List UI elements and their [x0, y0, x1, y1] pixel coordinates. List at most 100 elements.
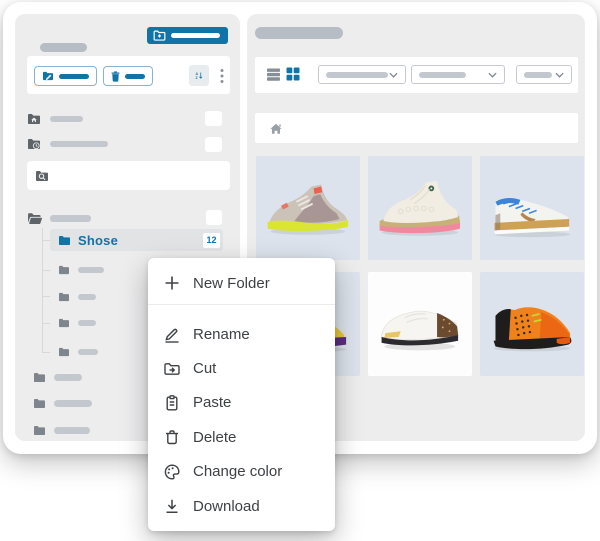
- tree-folder-item[interactable]: [58, 316, 96, 330]
- folder-icon: [58, 235, 71, 246]
- breadcrumb: [255, 113, 578, 143]
- media-tile-2[interactable]: [368, 156, 472, 260]
- menu-item-label: Cut: [193, 360, 217, 378]
- shoe-image-white-blue-gum: [493, 198, 571, 238]
- folder-plus-icon: [153, 30, 166, 41]
- tree-stub: [42, 240, 50, 241]
- folder-context-menu: New Folder Rename Cut Paste Delete Chang…: [148, 258, 335, 531]
- trash-icon: [166, 430, 178, 445]
- tree-stub: [42, 352, 50, 353]
- trash-icon: [111, 70, 120, 82]
- tree-root-folder-item[interactable]: [27, 210, 230, 227]
- filter-select-2[interactable]: [411, 65, 505, 84]
- content-title-placeholder: [255, 27, 343, 39]
- folder-icon: [34, 372, 45, 382]
- tree-folder-item[interactable]: [33, 370, 82, 384]
- tree-stub: [42, 323, 50, 324]
- menu-item-delete[interactable]: Delete: [148, 420, 335, 454]
- select-value-placeholder: [419, 71, 466, 78]
- delete-folder-button[interactable]: [103, 66, 153, 86]
- folder-search-box: [27, 161, 230, 190]
- media-tile-1[interactable]: [256, 156, 360, 260]
- menu-item-label: Download: [193, 497, 260, 515]
- tree-folder-item[interactable]: [58, 263, 104, 277]
- folder-icon: [59, 347, 69, 357]
- label-placeholder: [78, 294, 96, 300]
- select-value-placeholder: [326, 71, 388, 78]
- select-value-placeholder: [524, 71, 552, 78]
- tree-folder-item[interactable]: [33, 423, 90, 437]
- favorites-folder-item[interactable]: [27, 110, 230, 128]
- tree-stub: [42, 270, 50, 271]
- folder-count-badge: 12: [203, 232, 220, 248]
- rename-folder-button[interactable]: [34, 66, 97, 86]
- folder-icon: [59, 292, 69, 302]
- media-tile-3[interactable]: [480, 156, 584, 260]
- label-placeholder: [54, 373, 82, 381]
- cut-icon: [164, 362, 180, 375]
- menu-item-rename[interactable]: Rename: [148, 317, 335, 351]
- shoe-image-volt-gray: [267, 185, 349, 236]
- count-badge-placeholder: [205, 111, 222, 126]
- label-placeholder: [50, 141, 108, 147]
- filter-select-3[interactable]: [516, 65, 572, 84]
- tree-folder-item[interactable]: [58, 345, 98, 359]
- sidebar-title-placeholder: [40, 43, 87, 52]
- svg-text:Z: Z: [196, 76, 199, 80]
- more-options-icon[interactable]: [215, 65, 229, 86]
- label-placeholder: [50, 116, 83, 122]
- button-label-placeholder: [59, 73, 89, 79]
- recent-folder-item[interactable]: [27, 135, 230, 153]
- menu-item-label: Change color: [193, 463, 283, 481]
- folder-search-icon: [35, 170, 49, 182]
- filter-select-1[interactable]: [318, 65, 406, 84]
- label-placeholder: [50, 215, 91, 222]
- home-icon[interactable]: [269, 122, 283, 135]
- shoe-image-hightop-tan-pink: [379, 181, 461, 237]
- folder-icon: [59, 265, 69, 275]
- media-tile-5[interactable]: [368, 272, 472, 376]
- folder-clock-icon: [27, 138, 41, 150]
- menu-item-label: Delete: [193, 428, 237, 446]
- menu-spacer: [148, 305, 335, 317]
- plus-icon: [165, 276, 179, 290]
- download-icon: [166, 499, 178, 514]
- folder-icon: [59, 318, 69, 328]
- folder-icon: [34, 398, 45, 408]
- new-folder-button[interactable]: [147, 27, 228, 44]
- folder-icon: [34, 425, 45, 435]
- media-tile-6[interactable]: [480, 272, 584, 376]
- folder-label: Shose: [78, 232, 119, 248]
- paste-icon: [166, 395, 178, 411]
- list-view-button[interactable]: [266, 67, 281, 82]
- grid-view-button[interactable]: [286, 67, 300, 81]
- tree-folder-item[interactable]: [33, 396, 92, 410]
- menu-item-change-color[interactable]: Change color: [148, 455, 335, 489]
- content-toolbar: [255, 57, 578, 93]
- folder-search-input[interactable]: [55, 167, 222, 184]
- tree-connector-line: [42, 228, 43, 352]
- menu-item-new-folder[interactable]: New Folder: [148, 262, 335, 304]
- menu-item-paste[interactable]: Paste: [148, 386, 335, 420]
- menu-item-cut[interactable]: Cut: [148, 351, 335, 385]
- count-badge-placeholder: [205, 136, 222, 152]
- button-label-placeholder: [171, 33, 220, 38]
- label-placeholder: [78, 349, 98, 355]
- button-label-placeholder: [125, 73, 145, 79]
- count-badge-placeholder: [206, 210, 222, 225]
- tree-stub: [42, 296, 50, 297]
- menu-item-label: Paste: [193, 394, 232, 412]
- tree-folder-item-shose-selected[interactable]: Shose 12: [50, 229, 223, 251]
- sort-alphabetical-button[interactable]: A Z: [189, 65, 209, 86]
- menu-item-label: Rename: [193, 325, 250, 343]
- tree-folder-item[interactable]: [58, 290, 96, 304]
- chevron-down-icon: [389, 72, 398, 78]
- label-placeholder: [78, 267, 104, 273]
- shoe-image-white-monogram: [381, 311, 459, 351]
- folder-edit-icon: [42, 71, 54, 81]
- app-window: A Z Shose 12 New Folder Rename Cut Paste…: [0, 0, 600, 541]
- sidebar-toolbar: A Z: [27, 56, 230, 94]
- menu-item-label: New Folder: [193, 274, 270, 292]
- shoe-image-orange-black: [493, 307, 572, 352]
- menu-item-download[interactable]: Download: [148, 489, 335, 523]
